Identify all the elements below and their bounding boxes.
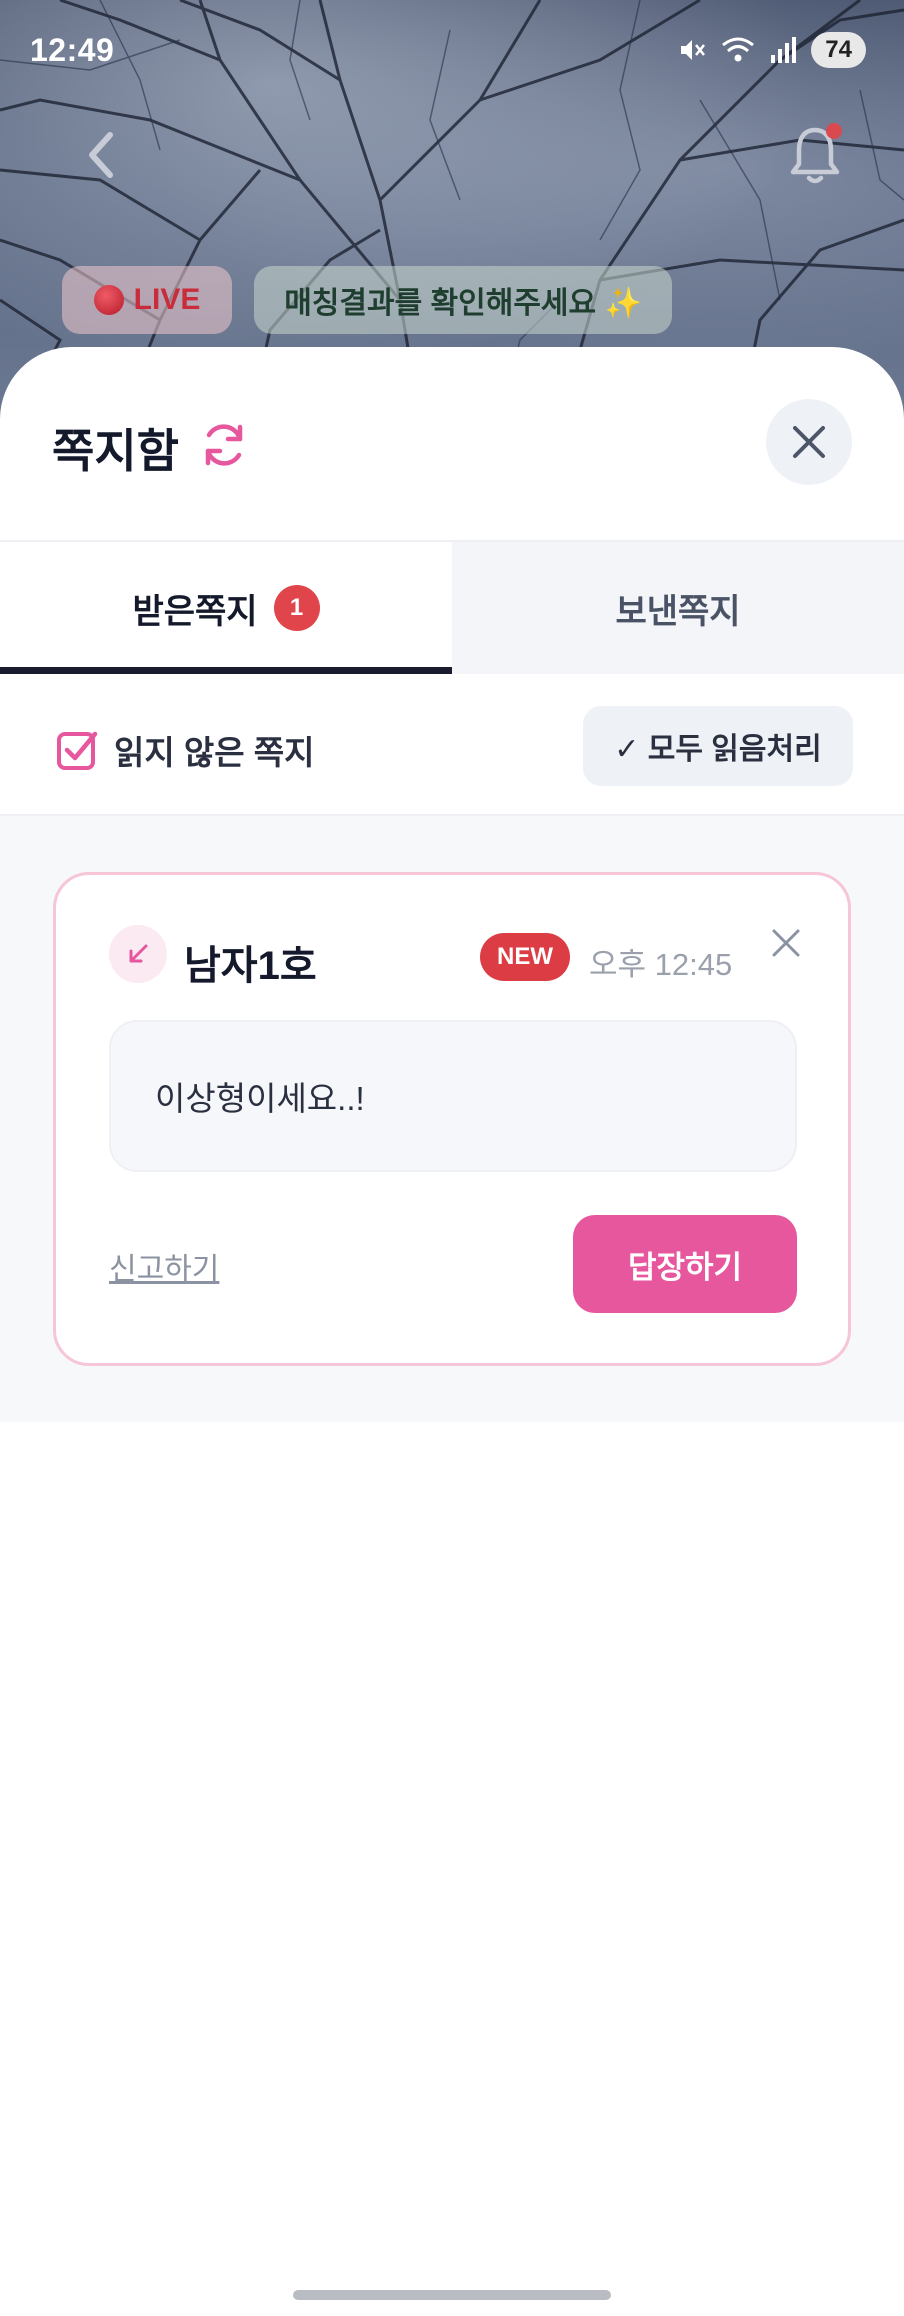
chevron-left-icon: [89, 132, 113, 178]
close-icon: [793, 426, 825, 458]
sheet-header: 쪽지함: [0, 347, 904, 542]
home-indicator: [293, 2290, 611, 2300]
message-card[interactable]: 남자1호 NEW 오후 12:45 이상형이세요..! 신고하기 답장하기: [53, 872, 851, 1366]
status-bar: 12:49 74: [0, 0, 904, 100]
tab-received[interactable]: 받은쪽지 1: [0, 542, 452, 674]
close-sheet-button[interactable]: [766, 399, 852, 485]
live-label: LIVE: [133, 283, 201, 316]
unread-count-badge: 1: [273, 585, 320, 631]
new-badge: NEW: [480, 933, 570, 981]
filter-row: 읽지 않은 쪽지 ✓ 모두 읽음처리: [0, 674, 904, 816]
unread-filter-label: 읽지 않은 쪽지: [114, 734, 315, 771]
incoming-arrow-icon: [129, 944, 148, 963]
close-icon: [772, 929, 800, 957]
wifi-icon: [722, 37, 755, 62]
matching-result-chip[interactable]: 매칭결과를 확인해주세요 ✨: [254, 266, 672, 334]
screen: 12:49 74 LIVE 매칭결과를 확인해주세요 ✨ 쪽지함 받은쪽지 1 …: [0, 0, 904, 2316]
notification-button[interactable]: [785, 120, 845, 190]
message-list: 남자1호 NEW 오후 12:45 이상형이세요..! 신고하기 답장하기: [0, 816, 904, 1422]
mark-all-read-button[interactable]: ✓ 모두 읽음처리: [583, 706, 853, 786]
reply-button[interactable]: 답장하기: [573, 1215, 797, 1313]
delete-message-button[interactable]: [768, 925, 804, 961]
tab-received-label: 받은쪽지: [132, 592, 258, 631]
mute-icon: [681, 40, 706, 60]
message-body: 이상형이세요..!: [109, 1020, 797, 1172]
message-time: 오후 12:45: [589, 947, 733, 982]
report-link[interactable]: 신고하기: [109, 1244, 219, 1288]
bell-icon: [790, 123, 842, 184]
tab-sent[interactable]: 보낸쪽지: [452, 542, 904, 674]
message-box-sheet: 쪽지함 받은쪽지 1 보낸쪽지 읽지 않은 쪽지 ✓ 모두 읽음처리 남자1호 …: [0, 347, 904, 2316]
unread-filter-checkbox[interactable]: 읽지 않은 쪽지: [56, 726, 315, 774]
checkbox-checked-icon: [57, 731, 98, 770]
top-chips: LIVE 매칭결과를 확인해주세요 ✨: [62, 266, 672, 334]
battery-icon: 74: [811, 32, 866, 68]
refresh-button[interactable]: [198, 419, 250, 471]
live-dot-icon: [93, 285, 124, 315]
signal-icon: [771, 37, 797, 63]
status-time: 12:49: [30, 32, 115, 68]
tab-sent-label: 보낸쪽지: [615, 592, 741, 631]
sender-name: 남자1호: [184, 944, 317, 988]
sheet-title: 쪽지함: [52, 425, 179, 477]
status-icons: 74: [677, 32, 866, 68]
message-tabs: 받은쪽지 1 보낸쪽지: [0, 542, 904, 674]
back-button[interactable]: [78, 125, 126, 185]
live-chip[interactable]: LIVE: [62, 266, 232, 334]
incoming-message-icon: [109, 925, 167, 983]
refresh-icon: [205, 424, 243, 466]
